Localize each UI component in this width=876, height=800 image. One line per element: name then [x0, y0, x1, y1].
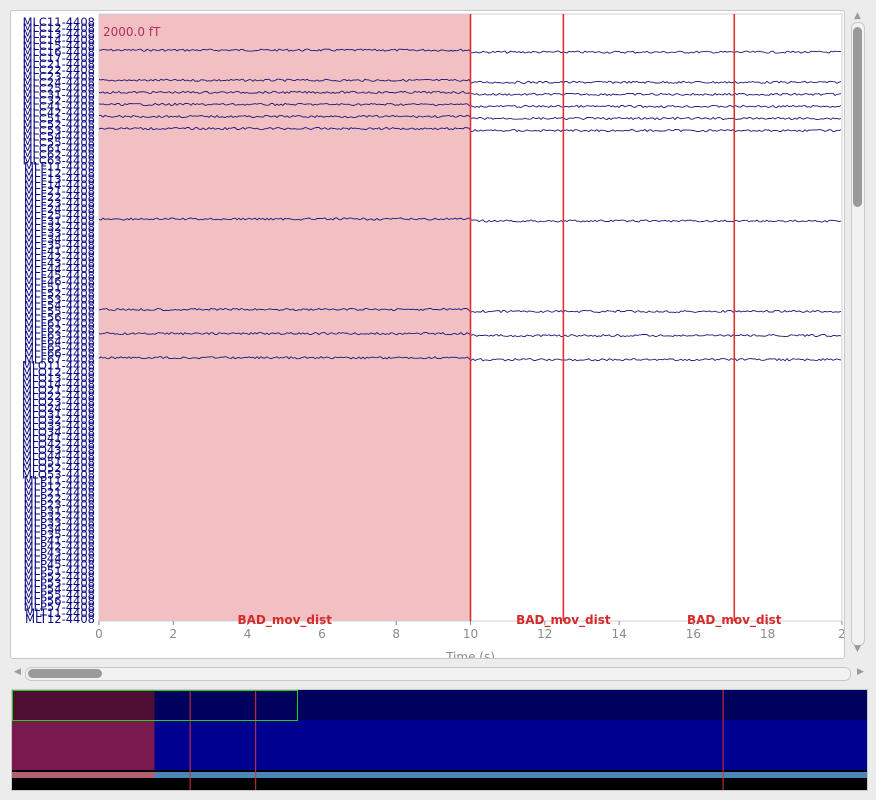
horizontal-scroll-thumb[interactable] [28, 669, 102, 678]
scale-bar-label: 2000.0 fT [103, 25, 161, 39]
x-tick-label: 2 [838, 627, 844, 641]
overview-good-segment [154, 772, 867, 778]
x-tick-label: 18 [760, 627, 775, 641]
vertical-scrollbar[interactable] [851, 22, 865, 646]
overview-bad-segment [12, 772, 155, 778]
x-tick-label: 14 [611, 627, 626, 641]
x-tick-label: 4 [244, 627, 252, 641]
x-tick-label: 12 [537, 627, 552, 641]
annotation-label: BAD_mov_dist [237, 613, 332, 628]
x-tick-label: 10 [463, 627, 478, 641]
annotation-label: BAD_mov_dist [516, 613, 611, 628]
scroll-down-arrow-icon[interactable]: ▼ [854, 645, 861, 654]
horizontal-scrollbar[interactable] [25, 667, 851, 681]
x-tick-label: 0 [95, 627, 103, 641]
bad-annotation-span[interactable] [99, 14, 471, 621]
overview-top-band [12, 690, 867, 720]
scroll-right-arrow-icon[interactable]: ▶ [857, 668, 864, 677]
meg-traces-plot[interactable]: BAD_mov_dist BAD_mov_dist BAD_mov_distMLC1… [11, 11, 844, 658]
x-tick-label: 6 [318, 627, 326, 641]
x-tick-label: 16 [686, 627, 701, 641]
x-axis-label: Time (s) [445, 650, 495, 658]
x-tick-label: 2 [169, 627, 177, 641]
scroll-up-arrow-icon[interactable]: ▲ [854, 12, 861, 21]
raw-data-browser[interactable]: BAD_mov_dist BAD_mov_dist BAD_mov_dist MLC1… [10, 10, 845, 659]
channel-label[interactable]: MLT12-4408 [25, 612, 95, 626]
vertical-scroll-thumb[interactable] [853, 27, 862, 207]
scroll-left-arrow-icon[interactable]: ◀ [14, 668, 21, 677]
x-tick-label: 8 [392, 627, 400, 641]
annotation-label: BAD_mov_dist [687, 613, 782, 628]
overview-bar[interactable] [11, 689, 868, 791]
